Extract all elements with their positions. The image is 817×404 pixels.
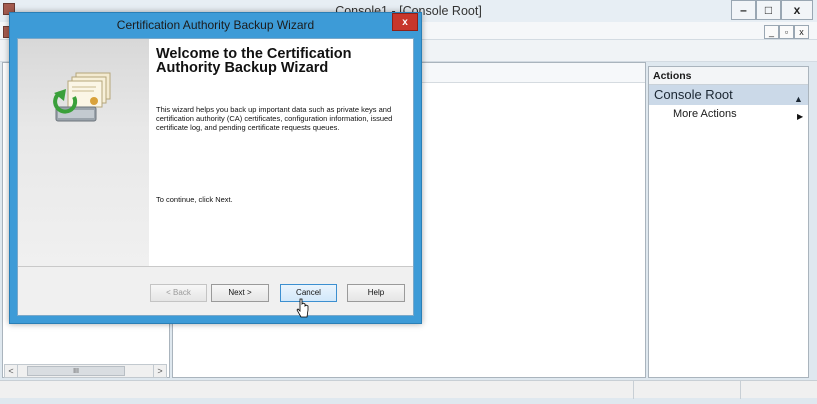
actions-header: Actions	[649, 67, 808, 85]
submenu-arrow-icon: ▶	[797, 112, 804, 121]
close-button[interactable]: x	[781, 0, 813, 20]
backup-wizard-dialog: Certification Authority Backup Wizard x …	[9, 12, 422, 324]
wizard-heading: Welcome to the Certification Authority B…	[156, 46, 352, 76]
wizard-close-button[interactable]: x	[392, 13, 418, 31]
tree-horizontal-scrollbar[interactable]: < III >	[4, 364, 167, 378]
child-restore-button[interactable]: ▫	[779, 25, 794, 39]
wizard-title: Certification Authority Backup Wizard	[116, 18, 315, 32]
wizard-continue-text: To continue, click Next.	[156, 195, 233, 204]
more-actions-item[interactable]: More Actions ▶	[649, 105, 808, 123]
maximize-button[interactable]: □	[756, 0, 781, 20]
help-button[interactable]: Help	[347, 284, 405, 302]
mouse-pointer-icon	[296, 298, 309, 318]
minimize-button[interactable]: –	[731, 0, 756, 20]
child-minimize-button[interactable]: _	[764, 25, 779, 39]
scroll-thumb[interactable]: III	[27, 366, 125, 376]
wizard-description: This wizard helps you back up important …	[156, 105, 393, 132]
back-button[interactable]: < Back	[150, 284, 207, 302]
actions-section-label: Console Root	[654, 87, 733, 102]
status-bar	[0, 380, 817, 399]
next-button[interactable]: Next >	[211, 284, 269, 302]
child-close-button[interactable]: x	[794, 25, 809, 39]
wizard-divider	[18, 266, 413, 267]
actions-section-console-root[interactable]: Console Root ▲	[649, 85, 808, 105]
actions-pane: Actions Console Root ▲ More Actions ▶	[648, 66, 809, 378]
scroll-right-arrow[interactable]: >	[153, 365, 166, 377]
wizard-content: Welcome to the Certification Authority B…	[149, 39, 413, 266]
certificate-backup-icon	[53, 72, 111, 122]
more-actions-label: More Actions	[673, 108, 737, 120]
wizard-body: Welcome to the Certification Authority B…	[17, 38, 414, 316]
scroll-left-arrow[interactable]: <	[5, 365, 18, 377]
status-divider	[633, 381, 634, 399]
status-divider	[740, 381, 741, 399]
wizard-banner	[18, 39, 149, 266]
